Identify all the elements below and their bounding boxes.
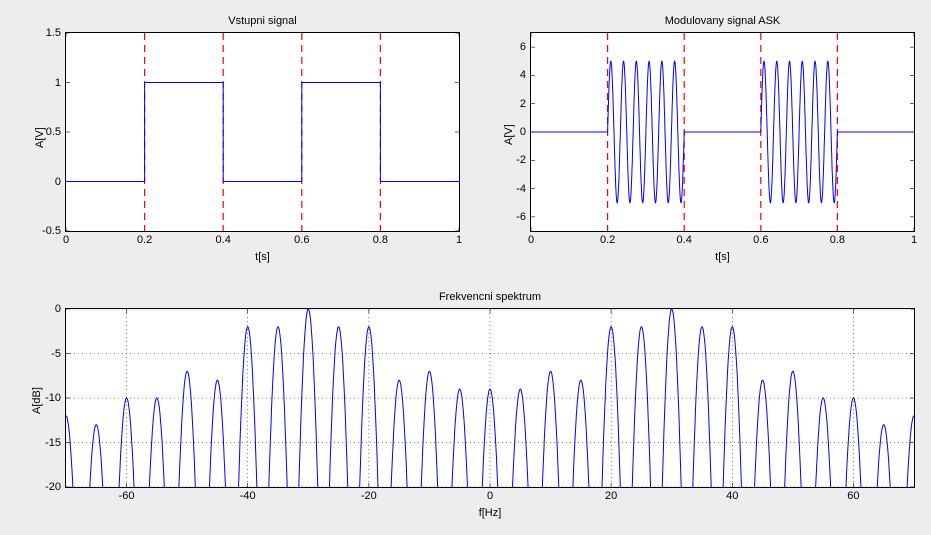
xtick-label: 1 <box>911 234 917 246</box>
axes-ask-signal: Modulovany signal ASK t[s] A[V] 00.20.40… <box>530 32 915 232</box>
figure: Vstupni signal t[s] A[V] 0 0.2 0.4 0.6 0.8 1 -… <box>0 0 931 535</box>
xtick-label: 1 <box>456 234 462 246</box>
ytick-label: -5 <box>51 348 61 360</box>
xlabel-spectrum: f[Hz] <box>66 507 914 519</box>
xtick-label: 60 <box>847 490 859 502</box>
xtick-label: -60 <box>119 490 135 502</box>
ytick-label: 0.5 <box>46 126 61 138</box>
ytick-label: -10 <box>45 392 61 404</box>
xtick-label: 0 <box>63 234 69 246</box>
ylabel-spectrum: A[dB] <box>31 387 43 414</box>
ytick-label: -0.5 <box>42 225 61 237</box>
ytick-label: -4 <box>516 183 526 195</box>
plot-ask <box>531 33 914 231</box>
xtick-label: 0.2 <box>600 234 615 246</box>
ytick-label: 0 <box>55 176 61 188</box>
xtick-label: 20 <box>605 490 617 502</box>
ytick-label: 0 <box>55 303 61 315</box>
ytick-label: -20 <box>45 481 61 493</box>
ylabel-ask: A[V] <box>503 124 515 145</box>
ytick-label: -6 <box>516 211 526 223</box>
axes-spectrum: Frekvencni spektrum f[Hz] A[dB] -60-40-2… <box>65 308 915 488</box>
xtick-label: 0.4 <box>216 234 231 246</box>
xtick-label: 40 <box>726 490 738 502</box>
xtick-label: 0 <box>487 490 493 502</box>
ytick-label: 4 <box>520 69 526 81</box>
ytick-label: 1.5 <box>46 27 61 39</box>
plot-input <box>66 33 459 231</box>
ytick-label: 6 <box>520 41 526 53</box>
ylabel-input: A[V] <box>34 127 46 148</box>
chart-title-spectrum: Frekvencni spektrum <box>66 291 914 303</box>
xtick-label: 0.6 <box>753 234 768 246</box>
xtick-label: -20 <box>361 490 377 502</box>
ytick-label: 1 <box>55 77 61 89</box>
chart-title-ask: Modulovany signal ASK <box>531 15 914 27</box>
xtick-label: 0.8 <box>830 234 845 246</box>
plot-spectrum <box>66 309 914 487</box>
chart-title-input: Vstupni signal <box>66 15 459 27</box>
xtick-label: 0.6 <box>294 234 309 246</box>
xtick-label: 0 <box>528 234 534 246</box>
ytick-label: -2 <box>516 154 526 166</box>
ytick-label: -15 <box>45 437 61 449</box>
xtick-label: 0.2 <box>137 234 152 246</box>
xtick-label: 0.4 <box>677 234 692 246</box>
ytick-label: 0 <box>520 126 526 138</box>
xlabel-input: t[s] <box>66 251 459 263</box>
ytick-label: 2 <box>520 98 526 110</box>
axes-input-signal: Vstupni signal t[s] A[V] 00.20.40.60.81-… <box>65 32 460 232</box>
xtick-label: -40 <box>240 490 256 502</box>
xlabel-ask: t[s] <box>531 251 914 263</box>
xtick-label: 0.8 <box>373 234 388 246</box>
